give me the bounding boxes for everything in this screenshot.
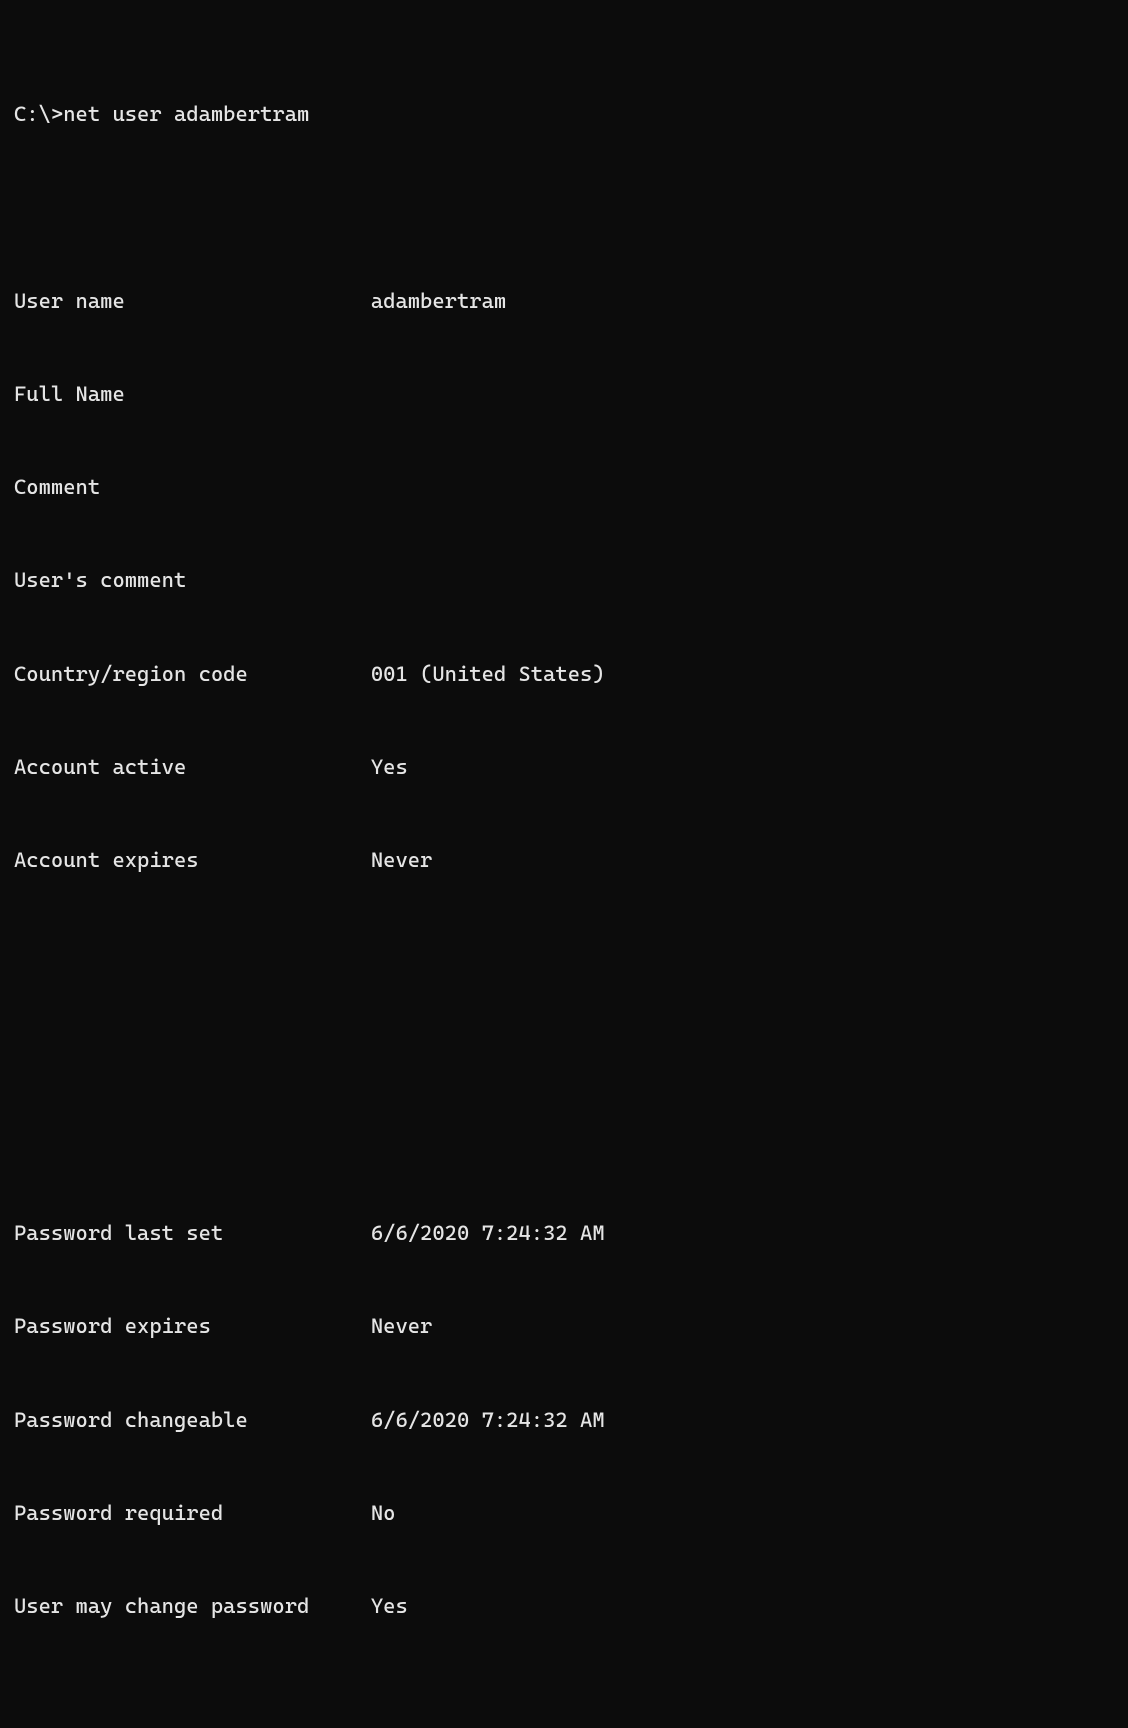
row-value: adambertram — [371, 286, 506, 317]
output-row: Password requiredNo — [14, 1498, 1114, 1529]
command-line: C:\>net user adambertram — [14, 99, 1114, 130]
row-value: Yes — [371, 752, 408, 783]
row-label: Country/region code — [14, 659, 371, 690]
row-label: Account active — [14, 752, 371, 783]
row-value: 001 (United States) — [371, 659, 605, 690]
row-value: No — [371, 1498, 396, 1529]
prompt: C:\> — [14, 99, 63, 130]
row-label: Account expires — [14, 845, 371, 876]
row-label: Password changeable — [14, 1405, 371, 1436]
row-label: User's comment — [14, 565, 371, 596]
output-row: User nameadambertram — [14, 286, 1114, 317]
row-value: Never — [371, 1311, 433, 1342]
row-value: Never — [371, 845, 433, 876]
account-section: User nameadambertram Full Name Comment U… — [14, 224, 1114, 939]
row-label: User may change password — [14, 1591, 371, 1622]
output-row: Account expiresNever — [14, 845, 1114, 876]
row-label: Full Name — [14, 379, 371, 410]
password-section: Password last set6/6/2020 7:24:32 AM Pas… — [14, 1156, 1114, 1684]
output-row: Password last set6/6/2020 7:24:32 AM — [14, 1218, 1114, 1249]
row-label: User name — [14, 286, 371, 317]
row-value: Yes — [371, 1591, 408, 1622]
row-value: 6/6/2020 7:24:32 AM — [371, 1218, 605, 1249]
output-row: Country/region code001 (United States) — [14, 659, 1114, 690]
output-row: User may change passwordYes — [14, 1591, 1114, 1622]
output-row: Password changeable6/6/2020 7:24:32 AM — [14, 1405, 1114, 1436]
output-row: Account activeYes — [14, 752, 1114, 783]
output-row: Comment — [14, 472, 1114, 503]
row-label: Password last set — [14, 1218, 371, 1249]
row-value: 6/6/2020 7:24:32 AM — [371, 1405, 605, 1436]
output-row: User's comment — [14, 565, 1114, 596]
terminal-output[interactable]: C:\>net user adambertram User nameadambe… — [14, 6, 1114, 1728]
row-label: Password expires — [14, 1311, 371, 1342]
command-text: net user adambertram — [63, 99, 309, 130]
output-row: Full Name — [14, 379, 1114, 410]
output-row: Password expiresNever — [14, 1311, 1114, 1342]
row-label: Password required — [14, 1498, 371, 1529]
row-label: Comment — [14, 472, 371, 503]
